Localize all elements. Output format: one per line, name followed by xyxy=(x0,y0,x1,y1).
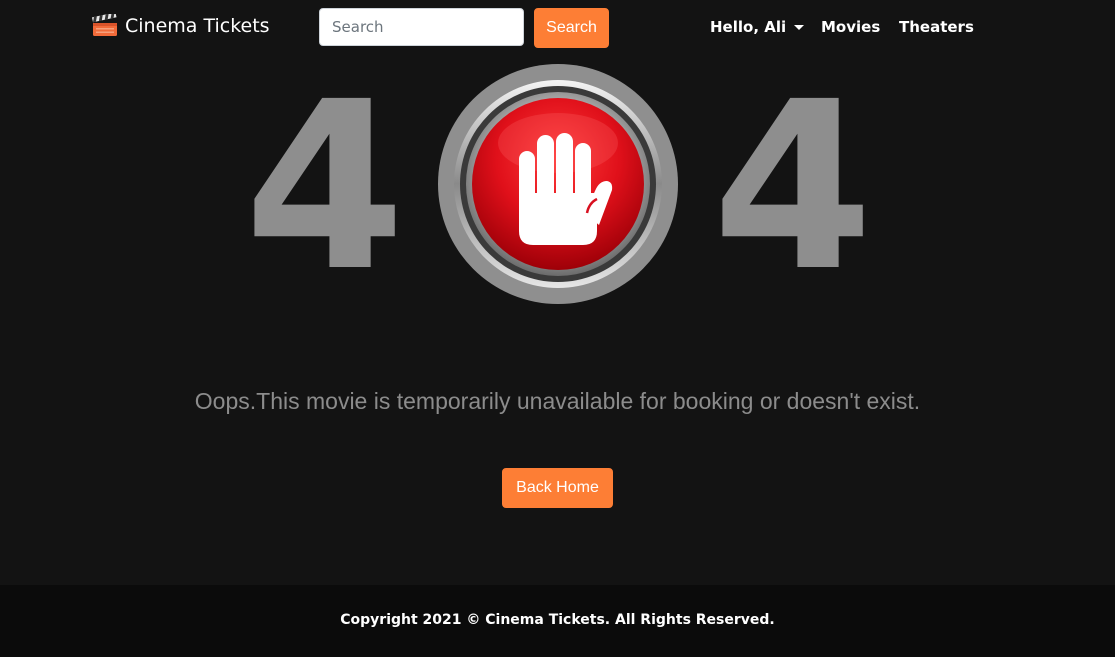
footer-copyright: Copyright 2021 © Cinema Tickets. All Rig… xyxy=(340,612,775,628)
error-code-digit-left: 4 xyxy=(244,92,406,282)
brand-link[interactable]: Cinema Tickets xyxy=(91,14,270,38)
navbar: Cinema Tickets Search Hello, Ali Movies … xyxy=(0,0,1115,56)
caret-down-icon xyxy=(794,24,805,30)
search-button[interactable]: Search xyxy=(534,8,609,48)
user-menu-dropdown[interactable]: Hello, Ali xyxy=(710,18,805,36)
back-home-button[interactable]: Back Home xyxy=(502,468,613,508)
nav-link-movies[interactable]: Movies xyxy=(821,18,880,36)
brand-label: Cinema Tickets xyxy=(125,15,270,37)
nav-link-theaters[interactable]: Theaters xyxy=(899,18,974,36)
footer: Copyright 2021 © Cinema Tickets. All Rig… xyxy=(0,585,1115,657)
search-input[interactable] xyxy=(319,8,524,46)
clapperboard-icon xyxy=(91,14,117,36)
user-menu-label: Hello, Ali xyxy=(710,18,787,36)
stop-hand-icon xyxy=(438,64,678,304)
error-message: Oops.This movie is temporarily unavailab… xyxy=(194,388,921,414)
error-code-digit-right: 4 xyxy=(712,92,874,282)
